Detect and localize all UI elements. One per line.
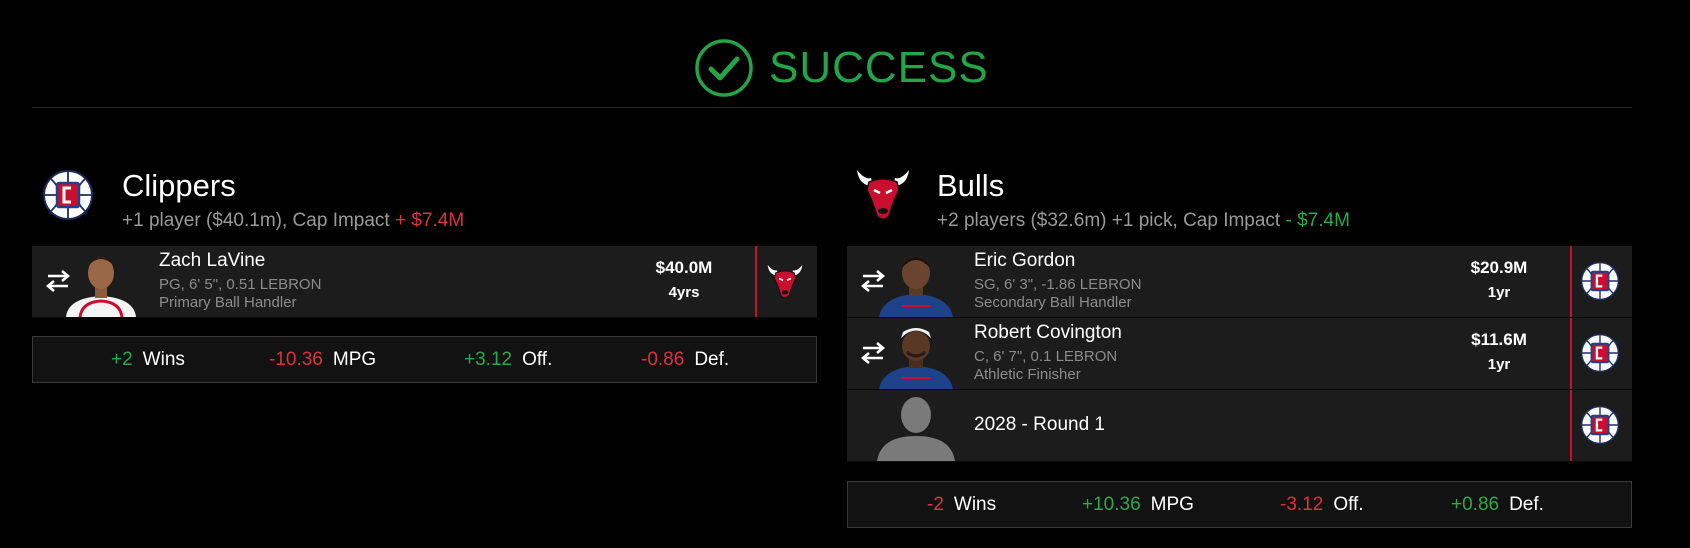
team-panel-bulls: Bulls +2 players ($32.6m) +1 pick, Cap I… [847,166,1632,528]
player-row[interactable]: Zach LaVine PG, 6' 5", 0.51 LEBRON Prima… [32,246,817,318]
player-position-line: C, 6' 7", 0.1 LEBRON [974,348,1118,365]
clippers-logo-icon [1580,404,1620,446]
stat-label: Def. [694,349,730,370]
player-role: Athletic Finisher [974,366,1081,383]
team-panel-clippers: Clippers +1 player ($40.1m), Cap Impact … [32,166,817,383]
player-salary: $20.9M [1470,258,1528,277]
player-details: PG, 6' 5", 0.51 LEBRON Primary Ball Hand… [159,276,321,312]
incoming-players: Eric Gordon SG, 6' 3", -1.86 LEBRON Seco… [847,246,1632,462]
stat-mpg: +10.36 MPG [1082,494,1194,516]
contract-years: 1yr [1487,284,1511,301]
player-role: Secondary Ball Handler [974,294,1132,311]
success-banner: SUCCESS [694,38,989,98]
stat-label: Wins [142,349,185,370]
player-row[interactable]: Eric Gordon SG, 6' 3", -1.86 LEBRON Seco… [847,246,1632,318]
team-summary: +1 player ($40.1m), Cap Impact + $7.4M [122,210,464,232]
player-name: Zach LaVine [159,250,266,271]
stat-value: -0.86 [641,349,685,370]
stat-value: +3.12 [464,349,513,370]
result-header: SUCCESS [0,0,1690,108]
trade-divider [1570,246,1572,317]
draft-pick-silhouette-icon [877,397,955,461]
stat-wins: +2 Wins [111,349,185,371]
team-name: Clippers [122,168,236,203]
clippers-logo-icon [42,166,94,224]
player-salary: $11.6M [1471,330,1527,349]
player-details: SG, 6' 3", -1.86 LEBRON Secondary Ball H… [974,276,1141,312]
bulls-logo-icon [765,260,805,302]
player-name: Eric Gordon [974,250,1076,271]
stat-value: +10.36 [1082,494,1141,515]
player-position-line: SG, 6' 3", -1.86 LEBRON [974,276,1142,293]
stat-label: Wins [953,494,997,515]
stat-value: +2 [111,349,133,370]
team-summary: +2 players ($32.6m) +1 pick, Cap Impact … [937,210,1350,232]
team-summary-text: +1 player ($40.1m), Cap Impact [122,210,390,231]
clippers-logo-icon [1580,332,1620,374]
stat-value: -10.36 [269,349,323,370]
player-headshot [879,257,953,317]
bulls-logo-icon [853,164,913,224]
player-name: Robert Covington [974,322,1122,343]
team-name: Bulls [937,168,1005,203]
stat-off: +3.12 Off. [464,349,552,371]
contract-years: 4yrs [668,284,700,301]
header-divider [32,107,1632,108]
team-header: Clippers +1 player ($40.1m), Cap Impact … [32,166,817,246]
stat-value: -3.12 [1280,494,1324,515]
player-details: C, 6' 7", 0.1 LEBRON Athletic Finisher [974,348,1117,384]
trade-divider [755,246,757,317]
stat-mpg: -10.36 MPG [269,349,376,371]
stat-label: Off. [1333,494,1364,515]
pick-row[interactable]: 2028 - Round 1 [847,390,1632,462]
contract-years: 1yr [1487,356,1511,373]
impact-stats: -2 Wins +10.36 MPG -3.12 Off. +0.86 Def. [847,481,1632,528]
player-position-line: PG, 6' 5", 0.51 LEBRON [159,276,322,293]
clippers-logo-icon [1580,260,1620,302]
pick-name: 2028 - Round 1 [974,414,1105,435]
stat-wins: -2 Wins [927,494,996,516]
stat-label: MPG [1150,494,1194,515]
stat-value: +0.86 [1451,494,1500,515]
stat-label: MPG [332,349,377,370]
impact-stats: +2 Wins -10.36 MPG +3.12 Off. -0.86 Def. [32,336,817,383]
stat-def: -0.86 Def. [641,349,729,371]
stat-label: Def. [1509,494,1544,515]
team-header: Bulls +2 players ($32.6m) +1 pick, Cap I… [847,166,1632,246]
player-role: Primary Ball Handler [159,294,297,311]
stat-off: -3.12 Off. [1280,494,1364,516]
incoming-players: Zach LaVine PG, 6' 5", 0.51 LEBRON Prima… [32,246,817,318]
cap-impact: + $7.4M [395,210,465,231]
player-headshot [879,328,953,389]
cap-impact: - $7.4M [1285,210,1350,231]
player-row[interactable]: Robert Covington C, 6' 7", 0.1 LEBRON At… [847,318,1632,390]
stat-def: +0.86 Def. [1451,494,1544,516]
stat-value: -2 [927,494,944,515]
check-circle-icon [695,39,753,97]
success-title: SUCCESS [769,43,989,92]
trade-divider [1570,390,1572,461]
player-salary: $40.0M [655,258,713,277]
stat-label: Off. [522,349,553,370]
team-summary-text: +2 players ($32.6m) +1 pick, Cap Impact [937,210,1281,231]
trade-divider [1570,318,1572,389]
player-headshot [66,257,136,317]
